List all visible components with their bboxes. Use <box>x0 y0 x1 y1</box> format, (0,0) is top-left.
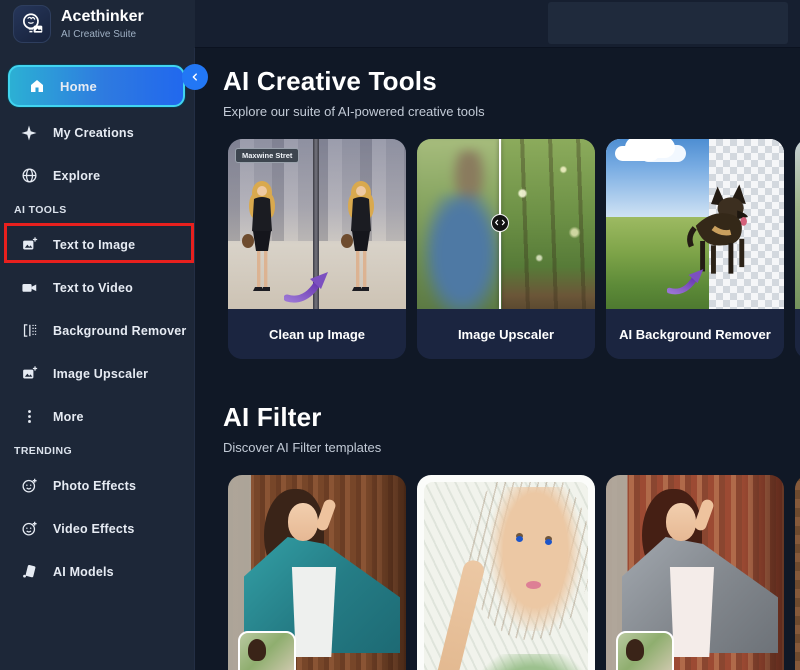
original-photo-thumbnail <box>238 631 296 670</box>
tool-card-label: AI Background Remover <box>606 309 784 359</box>
topbar-panel[interactable] <box>548 2 788 44</box>
sidebar-item-text-to-video[interactable]: Text to Video <box>0 266 194 309</box>
sidebar-item-label: Photo Effects <box>53 479 136 493</box>
tool-card-partial-image <box>795 139 800 309</box>
woman-white-top <box>668 567 716 657</box>
original-photo-thumbnail <box>616 631 674 670</box>
video-camera-icon <box>20 279 38 297</box>
sidebar-section-trending: TRENDING <box>0 438 194 464</box>
thumbnail-figure <box>248 639 266 661</box>
model-card-icon <box>20 563 38 581</box>
street-sign: Maxwine Stret <box>235 148 299 163</box>
sparkle-icon <box>20 124 38 142</box>
filter-cards-row <box>228 475 800 670</box>
sidebar-item-image-upscaler[interactable]: Image Upscaler <box>0 352 194 395</box>
sidebar-item-text-to-image[interactable]: Text to Image <box>0 223 194 266</box>
sketch-eye <box>545 539 552 545</box>
sidebar-item-label: More <box>53 410 84 424</box>
smiley-sparkle-icon <box>20 477 38 495</box>
home-icon <box>28 77 46 95</box>
main-content: AI Creative Tools Explore our suite of A… <box>195 48 800 670</box>
image-plus-icon <box>20 236 38 254</box>
blurred-person-body <box>421 194 503 309</box>
person-figure <box>241 179 283 297</box>
tools-cards-row: Maxwine Stret <box>228 139 800 359</box>
tool-card-label: Image Upscaler <box>417 309 595 359</box>
sidebar-item-photo-effects[interactable]: Photo Effects <box>0 464 194 507</box>
person-figure <box>340 179 382 297</box>
sharp-after-half <box>502 139 595 309</box>
filter-card-toon-gray[interactable] <box>606 475 784 670</box>
sidebar-item-explore[interactable]: Explore <box>0 154 194 197</box>
smiley-sparkle-icon <box>20 520 38 538</box>
tool-card-ai-background-remover[interactable]: AI Background Remover <box>606 139 784 359</box>
sidebar-item-label: Text to Image <box>53 238 135 252</box>
sidebar-item-label: AI Models <box>53 565 114 579</box>
sidebar-item-label: My Creations <box>53 126 134 140</box>
upscaler-preview-image <box>417 139 595 309</box>
tools-section-subtitle: Explore our suite of AI-powered creative… <box>223 104 800 119</box>
filter-card-toon-teal[interactable] <box>228 475 406 670</box>
sidebar-item-home[interactable]: Home <box>8 65 185 107</box>
brand-text: Acethinker AI Creative Suite <box>61 8 144 39</box>
cloud <box>615 146 659 161</box>
woman-face <box>288 503 318 541</box>
tool-card-label: Clean up Image <box>228 309 406 359</box>
sidebar-section-ai-tools: AI TOOLS <box>0 197 194 223</box>
clean-up-preview-image: Maxwine Stret <box>228 139 406 309</box>
chevron-left-icon <box>190 72 200 82</box>
sketch-artwork <box>424 482 588 670</box>
bg-remover-preview-image <box>606 139 784 309</box>
more-dots-icon <box>20 408 38 426</box>
sidebar-collapse-button[interactable] <box>182 64 208 90</box>
app-logo-icon[interactable] <box>13 5 51 43</box>
left-right-arrows-icon <box>495 219 505 226</box>
woman-face <box>666 503 696 541</box>
sidebar-item-label: Home <box>60 79 97 94</box>
sidebar-item-my-creations[interactable]: My Creations <box>0 111 194 154</box>
tool-card-clean-up-image[interactable]: Maxwine Stret <box>228 139 406 359</box>
brand: Acethinker AI Creative Suite <box>0 0 195 48</box>
topbar: Acethinker AI Creative Suite <box>0 0 800 48</box>
app-tagline: AI Creative Suite <box>61 29 144 40</box>
topbar-right <box>195 0 800 48</box>
tool-card-image-upscaler[interactable]: Image Upscaler <box>417 139 595 359</box>
purple-arrow-icon <box>667 268 705 295</box>
sidebar-item-label: Image Upscaler <box>53 367 148 381</box>
thumbnail-figure <box>626 639 644 661</box>
sketch-dress <box>470 654 588 670</box>
app-name: Acethinker <box>61 8 144 26</box>
filter-section-subtitle: Discover AI Filter templates <box>223 440 800 455</box>
sidebar-item-ai-models[interactable]: AI Models <box>0 550 194 593</box>
filter-card-pencil-sketch[interactable] <box>417 475 595 670</box>
sidebar-item-label: Text to Video <box>53 281 133 295</box>
dog-figure <box>684 180 762 278</box>
globe-icon <box>20 167 38 185</box>
sidebar-item-label: Background Remover <box>53 324 187 338</box>
filter-card-partial[interactable] <box>795 475 800 670</box>
sidebar-item-label: Video Effects <box>53 522 135 536</box>
sketch-face <box>490 487 582 632</box>
sidebar-item-more[interactable]: More <box>0 395 194 438</box>
background-remover-icon <box>20 322 38 340</box>
purple-arrow-icon <box>284 271 330 303</box>
compare-slider-handle[interactable] <box>491 214 509 232</box>
filter-section-title: AI Filter <box>223 402 800 433</box>
woman-white-top <box>290 567 338 657</box>
sidebar-item-label: Explore <box>53 169 100 183</box>
image-plus-icon <box>20 365 38 383</box>
tool-card-label <box>795 309 800 359</box>
tool-card-partial[interactable] <box>795 139 800 359</box>
tools-section-title: AI Creative Tools <box>223 66 800 97</box>
sidebar-item-background-remover[interactable]: Background Remover <box>0 309 194 352</box>
sidebar: Home My Creations Explore AI TOOLS Text … <box>0 48 195 670</box>
sidebar-item-video-effects[interactable]: Video Effects <box>0 507 194 550</box>
